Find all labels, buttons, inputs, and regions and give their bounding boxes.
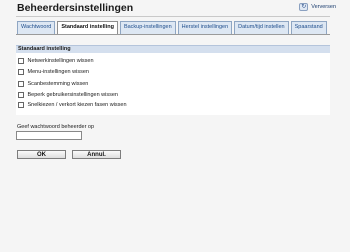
tab-datum-tijd-instellen[interactable]: Datum/tijd instellen xyxy=(234,21,289,34)
ok-button[interactable]: OK xyxy=(17,150,66,159)
refresh-label: Verversen xyxy=(311,4,336,10)
option-label: Menu-instellingen wissen xyxy=(27,69,89,75)
tab-backup-instellingen[interactable]: Backup-instellingen xyxy=(119,21,176,34)
refresh-button[interactable]: ↻ Verversen xyxy=(299,3,336,11)
checkbox-network-settings[interactable] xyxy=(18,58,24,64)
tab-wachtwoord[interactable]: Wachtwoord xyxy=(17,21,56,34)
default-settings-panel: Standaard instelling Netwerkinstellingen… xyxy=(16,45,330,115)
checkbox-speed-dial[interactable] xyxy=(18,102,24,108)
option-label: Beperk gebruikersinstellingen wissen xyxy=(27,92,119,98)
page-title: Beheerdersinstellingen xyxy=(17,2,134,14)
tab-bar: Wachtwoord Standaard instelling Backup-i… xyxy=(17,21,327,35)
tab-spaarstand[interactable]: Spaarstand xyxy=(290,21,327,34)
option-label: Netwerkinstellingen wissen xyxy=(27,58,94,64)
option-label: Scanbestemming wissen xyxy=(27,81,89,87)
option-network-settings: Netwerkinstellingen wissen xyxy=(18,58,94,64)
tab-standaard-instelling[interactable]: Standaard instelling xyxy=(57,21,118,35)
admin-password-input[interactable] xyxy=(16,131,82,140)
checkbox-menu-settings[interactable] xyxy=(18,69,24,75)
option-scan-destination: Scanbestemming wissen xyxy=(18,81,88,87)
checkbox-scan-destination[interactable] xyxy=(18,81,24,87)
cancel-button[interactable]: Annul. xyxy=(72,150,121,159)
section-header: Standaard instelling xyxy=(16,45,330,53)
tab-divider xyxy=(16,34,330,35)
option-label: Snelkiezen / verkort kiezen fasen wissen xyxy=(27,102,127,108)
checkbox-user-restrictions[interactable] xyxy=(18,92,24,98)
password-label: Geef wachtwoord beheerder op xyxy=(17,124,95,130)
refresh-icon: ↻ xyxy=(299,3,309,11)
option-speed-dial: Snelkiezen / verkort kiezen fasen wissen xyxy=(18,102,127,108)
title-divider xyxy=(16,16,330,17)
tab-herstel-instellingen[interactable]: Herstel instellingen xyxy=(177,21,233,34)
option-menu-settings: Menu-instellingen wissen xyxy=(18,69,89,75)
option-user-restrictions: Beperk gebruikersinstellingen wissen xyxy=(18,92,118,98)
